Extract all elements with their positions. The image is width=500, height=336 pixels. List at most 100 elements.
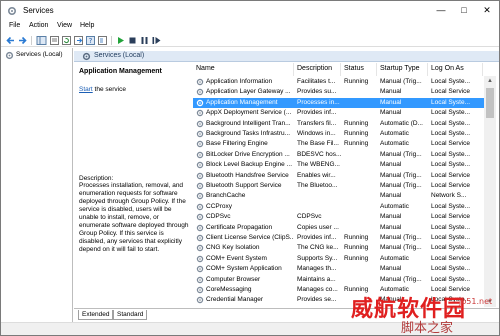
table-row[interactable]: Application Management Processes in... Man… [193, 97, 487, 109]
table-row[interactable]: Background Intelligent Tran... Transfers … [193, 119, 487, 129]
table-row[interactable]: Client License Service (ClipS... Provides… [193, 233, 487, 243]
table-row[interactable]: CDPSvc CDPSvc Manual Local Service [193, 212, 487, 222]
table-row[interactable]: Application Information Facilitates t... R… [193, 77, 487, 87]
cell-name: BranchCache [206, 192, 246, 200]
cell-name: Client License Service (ClipS... [206, 234, 294, 241]
refresh-icon[interactable] [61, 35, 72, 46]
table-row[interactable]: Application Layer Gateway ... Provides su… [193, 87, 487, 97]
start-icon[interactable] [115, 35, 126, 46]
console-tree-icon[interactable] [36, 35, 47, 46]
cell-startup-type: Automatic [380, 254, 409, 262]
cell-name: Base Filtering Engine [206, 140, 268, 148]
console-tree: Services (Local) [1, 48, 73, 322]
vertical-scrollbar[interactable]: ▲ ▼ [484, 76, 496, 307]
tab-standard[interactable]: Standard [113, 310, 148, 320]
toolbar: ? [1, 34, 499, 47]
cell-description: Manages co... [297, 286, 338, 293]
cell-name: BitLocker Drive Encryption ... [206, 150, 290, 158]
menu-action[interactable]: Action [29, 22, 48, 29]
gear-icon [196, 89, 204, 96]
scroll-up-arrow-icon[interactable]: ▲ [484, 76, 496, 86]
cell-startup-type: Manual (Trig... [380, 78, 422, 85]
gear-icon [196, 141, 204, 148]
cell-description: Provides inf... [297, 234, 337, 241]
gear-icon [196, 109, 204, 117]
cell-log-on-as: Local Syste... [431, 275, 471, 283]
cell-log-on-as: Local Syste... [431, 119, 471, 127]
watermark-subtext: 脚本之家 [401, 321, 454, 336]
tree-item-label: Services (Local) [16, 51, 63, 58]
cell-name: Certificate Propagation [206, 223, 273, 231]
gear-icon [196, 265, 204, 273]
table-row[interactable]: CNG Key Isolation The CNG ke... Running Man… [193, 243, 487, 253]
menu-help[interactable]: Help [80, 22, 94, 29]
table-row[interactable]: Bluetooth Handsfree Service Enables wir..… [193, 171, 487, 181]
gear-icon [196, 161, 204, 169]
cell-startup-type: Manual (Trig... [380, 182, 422, 189]
table-row[interactable]: Background Tasks Infrastru... Windows in.… [193, 129, 487, 139]
table-row[interactable]: COM+ System Application Manages th... Manu… [193, 264, 487, 274]
cell-startup-type: Manual (Trig... [380, 244, 422, 252]
menu-file[interactable]: File [9, 22, 20, 29]
service-title: Application Management [79, 68, 162, 75]
gear-icon [196, 297, 204, 304]
cell-log-on-as: Local Syste... [431, 150, 471, 158]
show-hide-icon[interactable] [97, 35, 108, 46]
minimize-button[interactable]: — [431, 3, 451, 17]
gear-icon [196, 193, 204, 200]
table-row[interactable]: BitLocker Drive Encryption ... BDESVC hos… [193, 150, 487, 160]
table-row[interactable]: AppX Deployment Service (... Provides inf… [193, 108, 487, 118]
restart-icon[interactable] [151, 35, 162, 46]
cell-name: Application Information [206, 78, 273, 85]
table-row[interactable]: Bluetooth Support Service The Bluetoo... M… [193, 181, 487, 191]
table-row[interactable]: BranchCache Manual Network S... [193, 191, 487, 201]
cell-description: The CNG ke... [297, 244, 339, 252]
scroll-thumb[interactable] [486, 88, 494, 118]
toolbar-separator [31, 36, 32, 45]
gear-icon [196, 213, 204, 221]
pause-icon[interactable] [139, 35, 150, 46]
title-bar[interactable]: Services — □ ✕ [1, 1, 499, 21]
window-title: Services [23, 6, 54, 15]
services-list: Name Description Status Startup Type Log… [193, 63, 499, 307]
tree-item-services-local[interactable]: Services (Local) [3, 50, 71, 61]
table-row[interactable]: Base Filtering Engine The Base Fil... Runn… [193, 139, 487, 149]
column-header-name[interactable]: Name [193, 63, 294, 76]
gear-icon [196, 130, 204, 138]
close-button[interactable]: ✕ [477, 3, 497, 17]
stop-icon[interactable] [127, 35, 138, 46]
back-arrow-icon[interactable] [5, 35, 16, 46]
table-row[interactable]: Computer Browser Maintains a... Manual (Tr… [193, 275, 487, 285]
svg-text:?: ? [89, 37, 93, 45]
table-row[interactable]: Block Level Backup Engine ... The WBENG..… [193, 160, 487, 170]
column-header-log-on-as[interactable]: Log On As [428, 63, 483, 76]
column-header-status[interactable]: Status [341, 63, 377, 76]
export-list-icon[interactable] [73, 35, 84, 46]
cell-log-on-as: Local Syste... [431, 109, 471, 117]
tab-extended[interactable]: Extended [78, 310, 114, 320]
watermark-url: jb51.net [459, 297, 493, 306]
toolbar-separator [111, 36, 112, 45]
cell-log-on-as: Local Syste... [431, 98, 471, 106]
cell-status: Running [344, 234, 369, 241]
forward-arrow-icon[interactable] [17, 35, 28, 46]
column-header-description[interactable]: Description [294, 63, 341, 76]
gear-icon [196, 182, 204, 190]
table-row[interactable]: CCProxy Automatic Local Syste... [193, 202, 487, 212]
table-row[interactable]: Certificate Propagation Copies user ... Ma… [193, 223, 487, 233]
menu-view[interactable]: View [57, 22, 72, 29]
cell-name: Background Tasks Infrastru... [206, 130, 291, 137]
properties-icon[interactable] [49, 35, 60, 46]
gear-icon [82, 52, 91, 61]
help-icon[interactable]: ? [85, 35, 96, 46]
cell-name: CCProxy [206, 202, 233, 210]
cell-log-on-as: Local Service [431, 254, 471, 262]
menu-bar: File Action View Help [1, 21, 499, 34]
start-service-link[interactable]: Start [79, 86, 93, 93]
cell-log-on-as: Local Syste... [431, 265, 471, 273]
cell-description: Copies user ... [297, 223, 339, 231]
maximize-button[interactable]: □ [454, 3, 474, 17]
table-row[interactable]: COM+ Event System Supports Sy... Running Au… [193, 254, 487, 264]
cell-startup-type: Manual [380, 109, 402, 117]
column-header-startup-type[interactable]: Startup Type [377, 63, 428, 76]
